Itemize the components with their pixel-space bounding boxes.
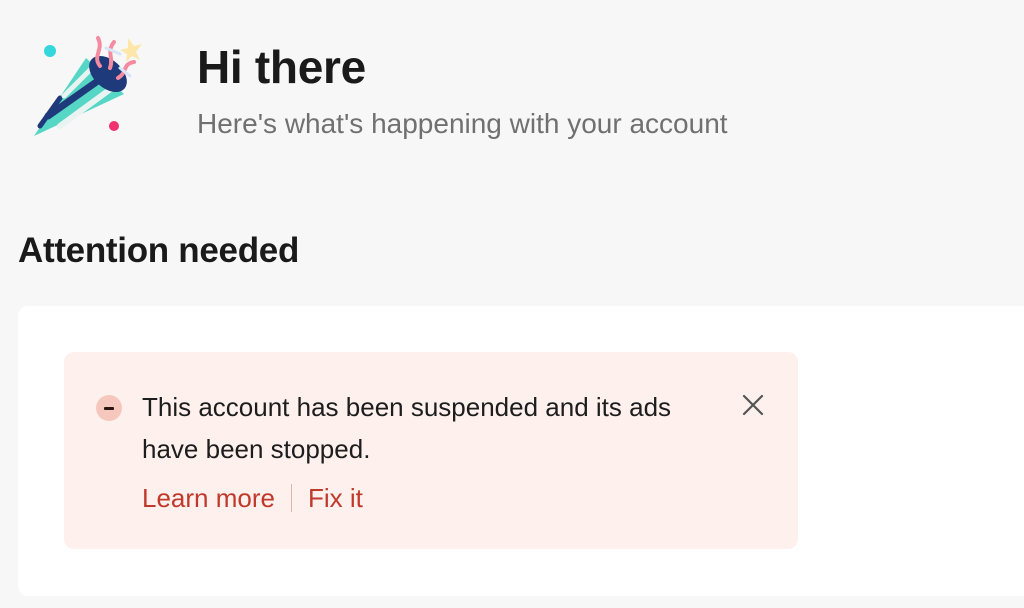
alert-message: This account has been suspended and its … (142, 392, 672, 464)
link-divider (290, 484, 292, 512)
alert-actions: Learn more Fix it (142, 480, 363, 516)
section-title: Attention needed (18, 231, 300, 270)
account-suspended-alert: This account has been suspended and its … (64, 352, 798, 549)
minus-circle-icon (96, 395, 122, 421)
close-icon[interactable] (740, 392, 766, 418)
page-title: Hi there (197, 41, 366, 93)
learn-more-link[interactable]: Learn more (142, 480, 275, 516)
page: Hi there Here's what's happening with yo… (0, 0, 1024, 608)
page-subtitle: Here's what's happening with your accoun… (197, 108, 728, 139)
party-popper-icon (34, 36, 142, 136)
fix-it-link[interactable]: Fix it (308, 480, 363, 516)
